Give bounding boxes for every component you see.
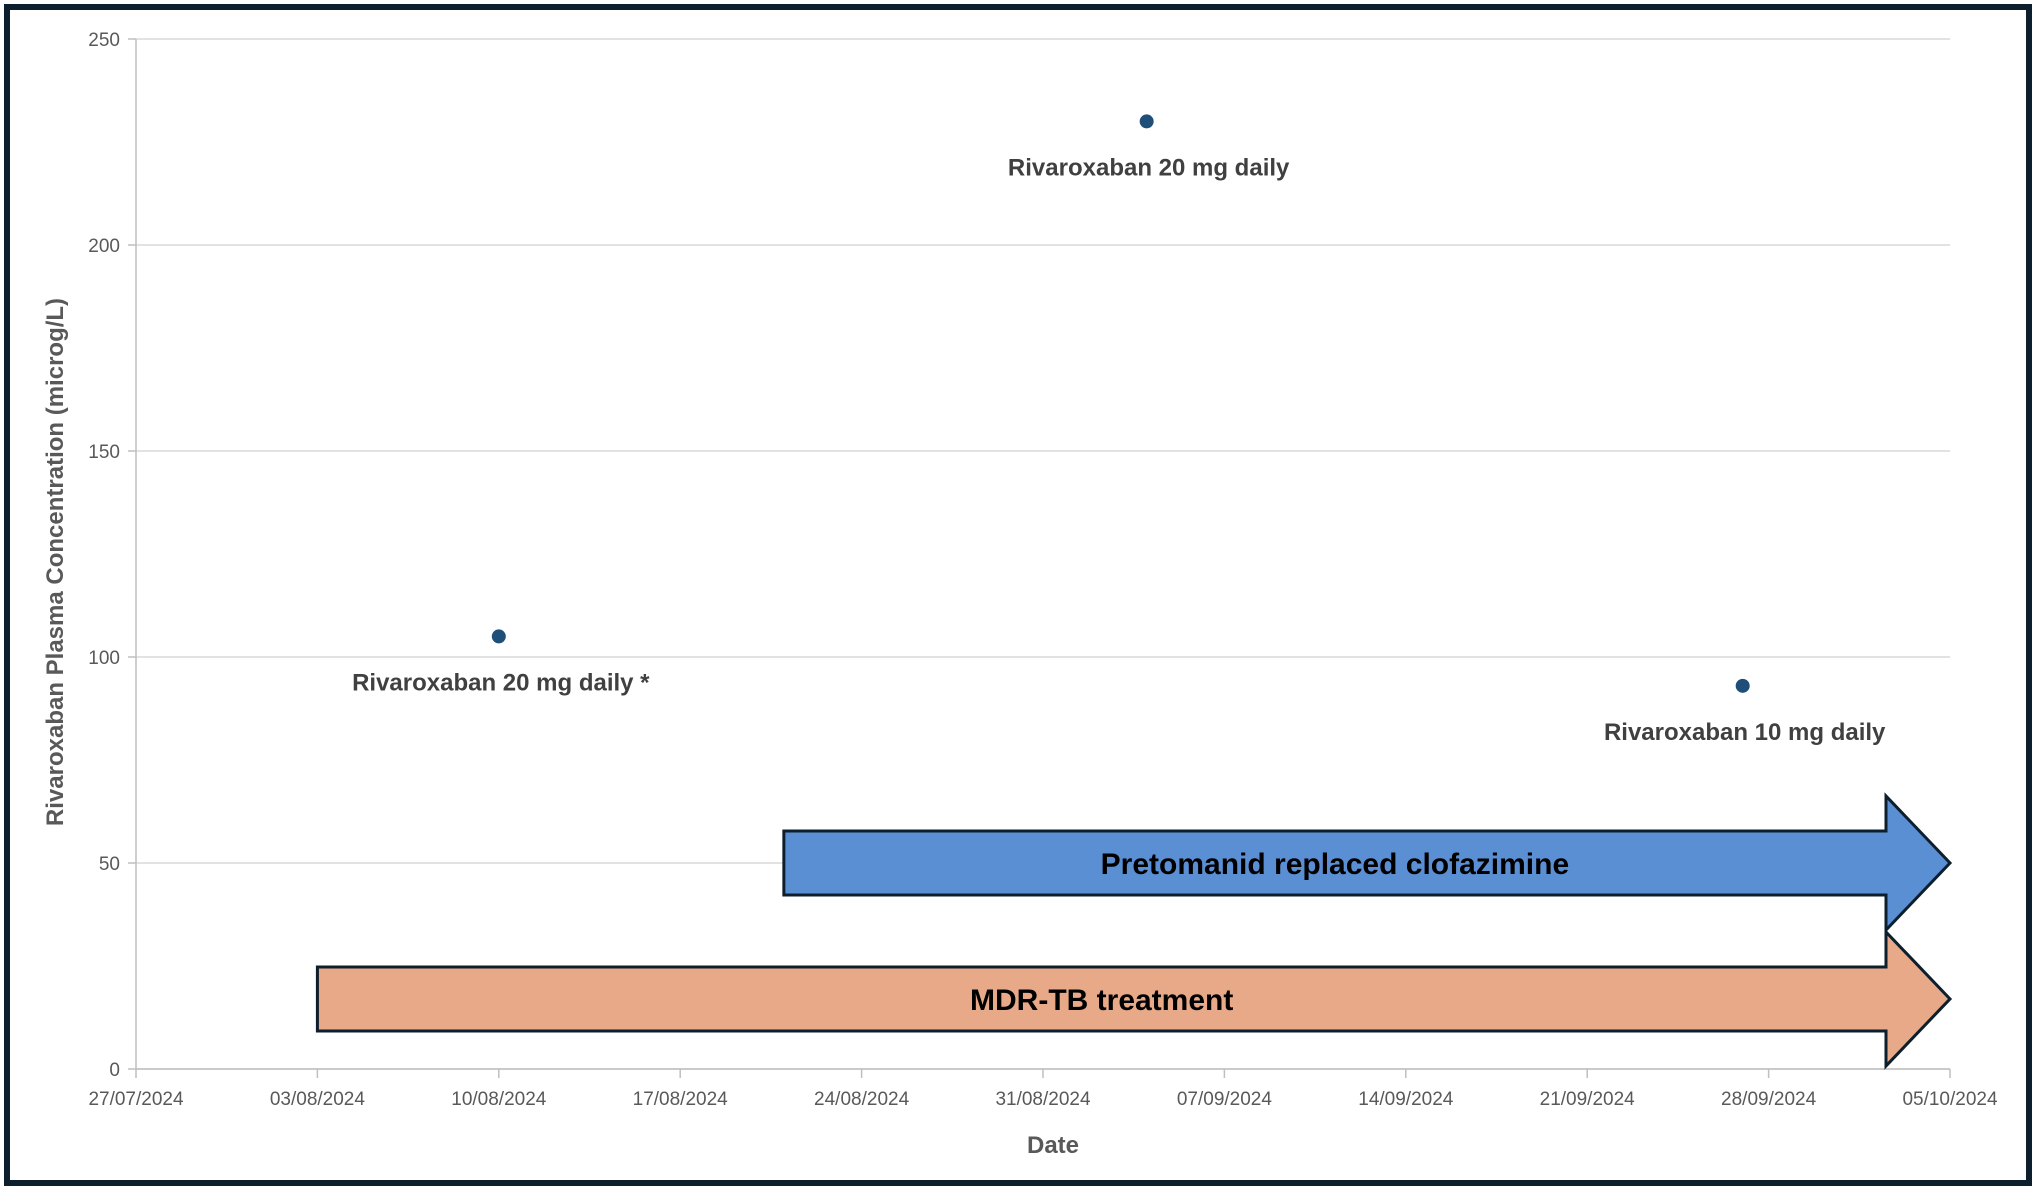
axes: 0 50 100 150 200 250 27/07/2024 03/08/2024 10/08… (88, 30, 1998, 1110)
y-tick-label: 0 (109, 1060, 120, 1081)
x-tick-label: 31/08/2024 (995, 1089, 1091, 1110)
x-tick-label: 27/07/2024 (88, 1089, 184, 1110)
y-tick-label: 200 (88, 236, 120, 257)
x-tick-label: 03/08/2024 (270, 1089, 366, 1110)
annotation-arrow-label: Pretomanid replaced clofazimine (1101, 848, 1569, 881)
data-points: Rivaroxaban 20 mg daily * Rivaroxaban 20 … (352, 114, 1886, 746)
y-tick-label: 250 (88, 30, 120, 51)
x-tick-label: 28/09/2024 (1721, 1089, 1817, 1110)
chart-frame: 0 50 100 150 200 250 27/07/2024 03/08/2024 10/08… (4, 4, 2032, 1186)
scatter-chart: 0 50 100 150 200 250 27/07/2024 03/08/2024 10/08… (42, 30, 1998, 1159)
x-axis-title: Date (1027, 1132, 1079, 1159)
data-point-label: Rivaroxaban 20 mg daily (1008, 154, 1290, 181)
y-tick-label: 150 (88, 442, 120, 463)
data-point (491, 629, 506, 644)
annotations: Pretomanid replaced clofazimine MDR-TB tr… (315, 792, 1953, 1070)
x-tick-label: 05/10/2024 (1902, 1089, 1998, 1110)
data-point-label: Rivaroxaban 20 mg daily * (352, 669, 650, 696)
x-tick-label: 21/09/2024 (1540, 1089, 1636, 1110)
data-point-label: Rivaroxaban 10 mg daily (1604, 719, 1886, 746)
y-tick-label: 50 (99, 854, 120, 875)
gridlines (136, 38, 1950, 1070)
x-tick-label: 24/08/2024 (814, 1089, 910, 1110)
x-tick-label: 17/08/2024 (633, 1089, 729, 1110)
x-tick-label: 14/09/2024 (1358, 1089, 1454, 1110)
x-tick-label: 10/08/2024 (451, 1089, 547, 1110)
y-tick-label: 100 (88, 648, 120, 669)
annotation-arrow-label: MDR-TB treatment (970, 984, 1233, 1017)
x-tick-label: 07/09/2024 (1177, 1089, 1273, 1110)
y-axis-title: Rivaroxaban Plasma Concentration (microg… (42, 298, 69, 826)
data-point (1735, 678, 1750, 693)
data-point (1139, 114, 1154, 129)
